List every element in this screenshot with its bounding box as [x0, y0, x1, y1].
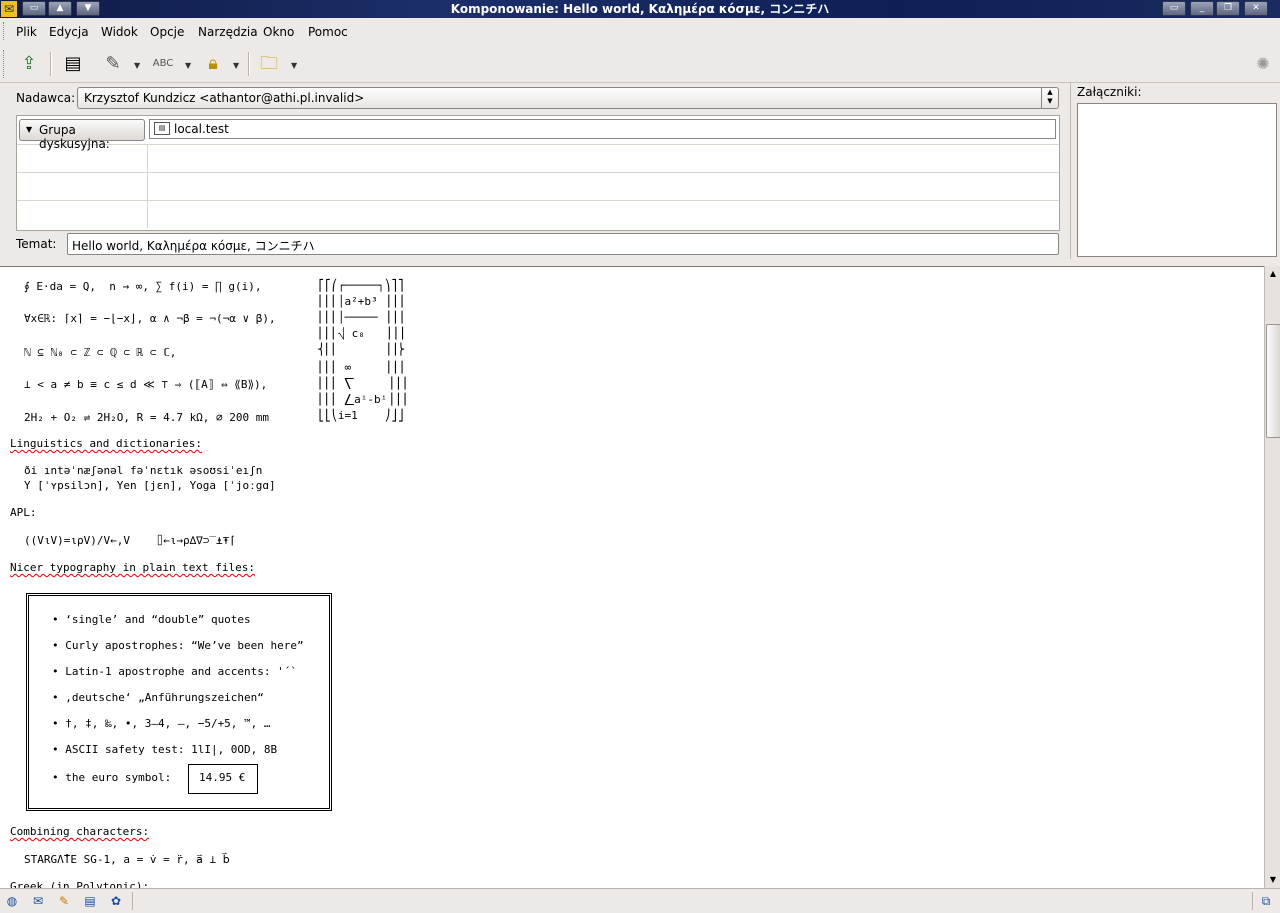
close-button[interactable]: ✕ — [1244, 1, 1268, 16]
formula-line: ⎣⎣⎝i=1 ⎠⎦⎦ — [318, 409, 405, 422]
body-line: ((V⍳V)=⍳⍴V)/V←,V ⌷←⍳→⍴∆∇⊃‾⍎⍕⌈ — [24, 534, 236, 547]
subject-label: Temat: — [16, 237, 57, 251]
bullet-item: • ASCII safety test: 1lI|, 0OD, 8B — [52, 743, 278, 756]
irc-icon[interactable]: ✿ — [108, 893, 124, 909]
menu-tools[interactable]: Narzędzia — [198, 25, 258, 39]
save-dropdown-icon[interactable]: ▼ — [291, 61, 297, 70]
spellcheck-dropdown-icon[interactable]: ▼ — [185, 61, 191, 70]
scroll-down-icon[interactable]: ▼ — [1265, 872, 1280, 888]
menubar-grip[interactable] — [3, 22, 8, 40]
lock-icon[interactable]: 🔒︎ — [200, 51, 226, 77]
scroll-up-icon[interactable]: ▲ — [1265, 266, 1280, 282]
subject-value: Hello world, Καλημέρα κόσμε, コンニチハ — [72, 239, 315, 253]
menu-help[interactable]: Pomoc — [308, 25, 348, 39]
recipient-row-empty[interactable] — [17, 144, 1059, 173]
menu-window[interactable]: Okno — [263, 25, 294, 39]
from-value: Krzysztof Kundzicz <athantor@athi.pl.inv… — [84, 91, 365, 105]
body-line: ði ıntəˈnæʃənəl fəˈnɛtık əsoʊsiˈeıʃn — [24, 464, 263, 477]
window-title: Komponowanie: Hello world, Καλημέρα κόσμ… — [450, 2, 830, 16]
from-label: Nadawca: — [16, 91, 76, 105]
message-body-editor[interactable]: ∮ E⋅da = Q, n → ∞, ∑ f(i) = ∏ g(i), ∀x∈ℝ… — [0, 266, 1264, 889]
offline-icon[interactable]: ⧉ — [1258, 893, 1274, 909]
mail-icon[interactable]: ✉ — [30, 893, 46, 909]
status-divider — [132, 892, 133, 910]
scroll-thumb[interactable] — [1266, 324, 1280, 438]
spellcheck-icon[interactable]: ABC — [150, 51, 176, 77]
section-heading: APL: — [10, 506, 37, 519]
attach-dropdown-icon[interactable]: ▼ — [134, 61, 140, 70]
section-heading: Combining characters: — [10, 825, 150, 838]
body-line: ℕ ⊆ ℕ₀ ⊂ ℤ ⊂ ℚ ⊂ ℝ ⊂ ℂ, — [24, 346, 177, 359]
newsgroup-input[interactable]: ▤ local.test — [149, 119, 1056, 139]
toolbar: ⇪ ▤ ✎ ▼ ABC ▼ 🔒︎ ▼ 🗀 ▼ ✺ — [0, 46, 1280, 83]
menu-bar: Plik Edycja Widok Opcje Narzędzia Okno P… — [0, 18, 1280, 47]
formula-line: ⎡⎡⎛┌─────┐⎞⎤⎤ — [318, 279, 405, 292]
euro-box: 14.95 € — [188, 764, 258, 794]
folder-save-icon[interactable]: 🗀 — [256, 51, 282, 77]
menu-edit[interactable]: Edycja — [49, 25, 89, 39]
paperclip-icon[interactable]: ✎ — [100, 51, 126, 77]
security-dropdown-icon[interactable]: ▼ — [233, 61, 239, 70]
toolbar-separator — [50, 52, 52, 76]
formula-line: ⎢⎢⎜│───── ⎟⎥⎥ — [318, 311, 405, 324]
body-line: STARGΛ̊TE SG-1, a = v̇ = r̈, a⃑ ⊥ b⃑ — [24, 853, 230, 866]
formula-line: ⎢⎢⎜ ⎲ ⎟⎥⎥ — [318, 377, 408, 390]
formula-line: ⎨⎢⎜ ⎟⎥⎬ — [318, 343, 405, 356]
from-select[interactable]: Krzysztof Kundzicz <athantor@athi.pl.inv… — [77, 87, 1059, 109]
toolbar-grip[interactable] — [3, 50, 8, 78]
formula-line: ⎢⎢⎜⎷ c₈ ⎟⎥⎥ — [318, 327, 405, 340]
recipient-row-empty[interactable] — [17, 172, 1059, 201]
body-line: ⊥ < a ≠ b ≡ c ≤ d ≪ ⊤ ⇒ (⟦A⟧ ⇔ ⟪B⟫), — [24, 378, 268, 391]
recipient-row: ▼ Grupa dyskusyjna: ▤ local.test — [17, 116, 1059, 151]
body-line: Y [ˈʏpsilɔn], Yen [jɛn], Yoga [ˈjoːgɑ] — [24, 479, 276, 492]
attachments-label: Załączniki: — [1077, 85, 1142, 99]
editor-scrollbar[interactable]: ▲ ▼ — [1264, 266, 1280, 888]
address-book-icon[interactable]: ▤ — [60, 51, 86, 77]
section-heading: Nicer typography in plain text files: — [10, 561, 256, 574]
bullet-item: • the euro symbol: — [52, 771, 172, 784]
toolbar-separator — [248, 52, 250, 76]
body-line: ∮ E⋅da = Q, n → ∞, ∑ f(i) = ∏ g(i), — [24, 280, 262, 293]
section-heading: Linguistics and dictionaries: — [10, 437, 203, 450]
recipient-row-empty[interactable] — [17, 200, 1059, 228]
help-window-button[interactable]: ▭ — [1162, 1, 1186, 16]
send-icon[interactable]: ⇪ — [16, 51, 42, 77]
status-bar: ◍ ✉ ✎ ▤ ✿ ⧉ — [0, 888, 1280, 913]
body-line: ∀x∈ℝ: ⌈x⌉ = −⌊−x⌋, α ∧ ¬β = ¬(¬α ∨ β), — [24, 312, 276, 325]
formula-line: ⎢⎢⎜ ∞ ⎟⎥⎥ — [318, 361, 405, 374]
euro-value: 14.95 € — [199, 771, 246, 784]
bullet-item: • †, ‡, ‰, •, 3–4, —, −5/+5, ™, … — [52, 717, 271, 730]
subject-input[interactable]: Hello world, Καλημέρα κόσμε, コンニチハ — [67, 233, 1059, 255]
throbber-icon: ✺ — [1256, 54, 1270, 73]
formula-line: ⎢⎢⎜│a²+b³ ⎟⎥⎥ — [318, 295, 405, 308]
menu-options[interactable]: Opcje — [150, 25, 184, 39]
formula-line: ⎢⎢⎜ ⎳aⁱ-bⁱ⎟⎥⎥ — [318, 393, 408, 406]
bullet-item: • ‚deutsche‘ „Anführungszeichen“ — [52, 691, 264, 704]
maximize-button[interactable]: ❐ — [1216, 1, 1240, 16]
compose-header: Nadawca: Krzysztof Kundzicz <athantor@at… — [0, 83, 1068, 259]
recipient-type-button[interactable]: ▼ Grupa dyskusyjna: — [19, 119, 145, 151]
newsgroup-icon: ▤ — [154, 122, 170, 135]
chevron-down-icon: ▼ — [26, 125, 33, 134]
status-divider — [1252, 892, 1253, 910]
attachments-panel: Załączniki: — [1070, 83, 1280, 259]
bullet-item: • ‘single’ and “double” quotes — [52, 613, 251, 626]
navigator-icon[interactable]: ◍ — [4, 893, 20, 909]
menu-file[interactable]: Plik — [16, 25, 37, 39]
body-line: 2H₂ + O₂ ⇌ 2H₂O, R = 4.7 kΩ, ⌀ 200 mm — [24, 411, 270, 424]
attachments-list[interactable] — [1077, 103, 1277, 257]
newsgroup-value: local.test — [174, 122, 229, 136]
addressbook-icon[interactable]: ▤ — [82, 893, 98, 909]
select-arrows-icon: ▲ ▼ — [1041, 88, 1058, 108]
bullet-item: • Latin-1 apostrophe and accents: '´` — [52, 665, 298, 678]
minimize-button[interactable]: _ — [1190, 1, 1214, 16]
title-bar: ✉ ▭ ▲ ▼ Komponowanie: Hello world, Καλημ… — [0, 0, 1280, 18]
bullet-item: • Curly apostrophes: “We’ve been here” — [52, 639, 304, 652]
menu-view[interactable]: Widok — [101, 25, 138, 39]
composer-icon[interactable]: ✎ — [56, 893, 72, 909]
recipients-list: ▼ Grupa dyskusyjna: ▤ local.test — [16, 115, 1060, 231]
